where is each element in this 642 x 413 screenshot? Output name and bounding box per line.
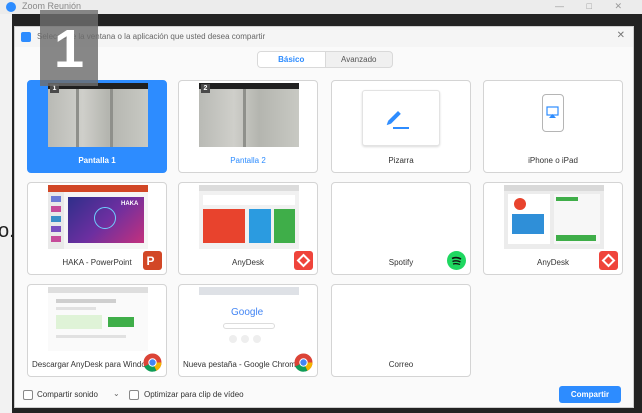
haka-logo: HAKA [121, 201, 139, 207]
close-icon[interactable]: ✕ [617, 30, 625, 41]
share-tile-anydesk-1[interactable]: AnyDesk [178, 182, 318, 275]
background-edge-text: o. [0, 220, 15, 242]
tab-avanzado[interactable]: Avanzado [326, 52, 393, 67]
screen-1-thumbnail: 1 [48, 83, 148, 147]
zoom-app-icon [21, 32, 31, 42]
screen: Zoom Reunión — □ ✕ o. Seleccione la vent… [0, 0, 642, 413]
anydesk-icon [599, 251, 618, 270]
anydesk-window-thumbnail [504, 185, 604, 249]
iphone-icon [542, 94, 564, 132]
screen-2-thumbnail: 2 [199, 83, 299, 147]
chrome-newtab-thumbnail: Google [199, 287, 299, 351]
share-tile-haka-powerpoint[interactable]: HAKA HAKA - PowerPoint P [27, 182, 167, 275]
tile-label: Correo [388, 360, 414, 369]
screen-number-badge: 2 [201, 84, 210, 93]
anydesk-icon [294, 251, 313, 270]
anydesk-thumbnail [199, 185, 299, 249]
share-tile-nueva-pestana[interactable]: Google Nueva pestaña - Google Chrome [178, 284, 318, 377]
chrome-icon [143, 353, 162, 372]
share-sound-label: Compartir sonido [37, 390, 98, 399]
share-tile-pantalla-2[interactable]: 2 Pantalla 2 [178, 80, 318, 173]
anydesk-download-thumbnail [48, 287, 148, 351]
share-screen-dialog: Seleccione la ventana o la aplicación qu… [14, 26, 634, 408]
dialog-footer: Compartir sonido ⌄ Optimizar para clip d… [15, 381, 633, 407]
tile-label: Pizarra [388, 156, 414, 165]
background-left-edge [0, 14, 12, 413]
share-mode-tabs: Básico Avanzado [257, 51, 393, 68]
airplay-icon [546, 106, 559, 118]
share-tile-anydesk-2[interactable]: AnyDesk [483, 182, 623, 275]
screen-identifier-overlay: 1 [40, 10, 98, 86]
screen-identifier-number: 1 [53, 19, 85, 79]
tile-label: Pantalla 2 [230, 156, 266, 165]
share-tile-iphone-ipad[interactable]: iPhone o iPad [483, 80, 623, 173]
tab-basico[interactable]: Básico [258, 52, 326, 67]
powerpoint-icon: P [143, 251, 162, 270]
google-logo: Google [231, 307, 264, 318]
powerpoint-thumbnail: HAKA [48, 185, 148, 249]
optimize-video-checkbox[interactable] [129, 390, 139, 400]
dialog-header: Seleccione la ventana o la aplicación qu… [15, 27, 633, 47]
zoom-logo-icon [6, 2, 16, 12]
share-button[interactable]: Compartir [559, 386, 621, 403]
share-tile-pantalla-1[interactable]: 1 Pantalla 1 [27, 80, 167, 173]
svg-text:P: P [147, 254, 155, 268]
window-controls[interactable]: — □ ✕ [555, 1, 632, 12]
chrome-icon [294, 353, 313, 372]
tile-label: Pantalla 1 [78, 156, 116, 165]
pen-icon [386, 111, 409, 129]
share-sound-checkbox[interactable] [23, 390, 33, 400]
share-tile-spotify[interactable]: Spotify [331, 182, 471, 275]
share-tile-descargar-anydesk[interactable]: Descargar AnyDesk para Window... [27, 284, 167, 377]
share-tile-correo[interactable]: Correo [331, 284, 471, 377]
whiteboard-thumbnail [362, 90, 440, 146]
chevron-down-icon[interactable]: ⌄ [113, 389, 120, 398]
tile-label: Descargar AnyDesk para Window... [32, 360, 150, 369]
tile-label: Nueva pestaña - Google Chrome [183, 360, 301, 369]
optimize-video-label: Optimizar para clip de vídeo [144, 390, 244, 399]
tile-label: iPhone o iPad [528, 156, 578, 165]
spotify-icon [447, 251, 466, 270]
share-tile-pizarra[interactable]: Pizarra [331, 80, 471, 173]
